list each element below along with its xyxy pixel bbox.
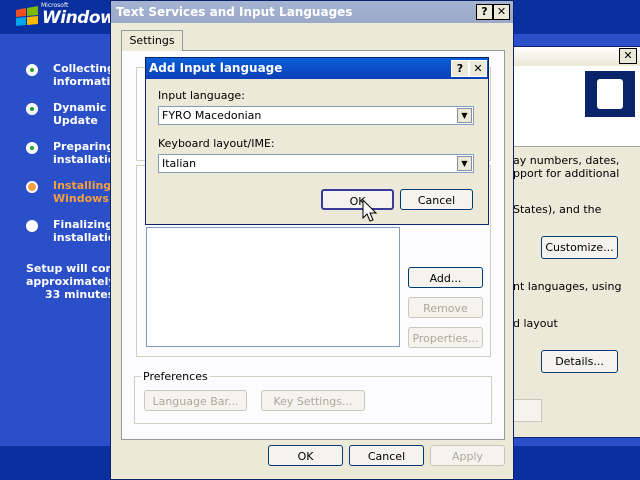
add-input-language-dialog: Add Input language ? ✕ Input language: F… xyxy=(145,57,489,225)
ts-title: Text Services and Input Languages xyxy=(116,5,353,19)
language-bar-button[interactable]: Language Bar... xyxy=(144,390,247,411)
step-pending-icon xyxy=(26,220,38,232)
regional-close-button[interactable]: ✕ xyxy=(619,48,637,64)
add-cancel-button[interactable]: Cancel xyxy=(400,189,473,210)
details-button[interactable]: Details... xyxy=(541,350,618,373)
key-settings-button[interactable]: Key Settings... xyxy=(261,390,365,411)
step-done-icon xyxy=(26,103,38,115)
regional-text: ay numbers, dates, xyxy=(513,154,620,167)
step-done-icon xyxy=(26,142,38,154)
ts-ok-button[interactable]: OK xyxy=(268,445,343,466)
regional-text: pport for additional xyxy=(513,167,620,180)
setup-steps-panel: Collecting information Dynamic Update Pr… xyxy=(0,34,126,480)
keyboard-layout-value: Italian xyxy=(162,157,197,170)
installed-services-list[interactable] xyxy=(146,227,400,347)
properties-button[interactable]: Properties... xyxy=(408,327,483,348)
add-title: Add Input language xyxy=(149,61,283,75)
preferences-label: Preferences xyxy=(141,370,210,383)
input-language-select[interactable]: FYRO Macedonian ▼ xyxy=(158,106,474,125)
customize-button[interactable]: Customize... xyxy=(541,236,618,259)
add-help-button[interactable]: ? xyxy=(451,60,469,77)
windows-logo: Microsoft Windows xyxy=(14,2,125,32)
chevron-down-icon[interactable]: ▼ xyxy=(457,108,472,123)
step-active-icon xyxy=(26,181,38,193)
keyboard-layout-select[interactable]: Italian ▼ xyxy=(158,154,474,173)
windows-flag-icon xyxy=(16,6,38,26)
ts-cancel-button[interactable]: Cancel xyxy=(349,445,424,466)
add-ok-button[interactable]: OK xyxy=(321,189,394,210)
add-close-button[interactable]: ✕ xyxy=(469,60,487,77)
regional-text: d layout xyxy=(513,317,558,330)
remove-button[interactable]: Remove xyxy=(408,297,483,318)
input-language-value: FYRO Macedonian xyxy=(162,109,262,122)
ts-close-button[interactable]: ✕ xyxy=(493,4,510,20)
tab-settings[interactable]: Settings xyxy=(121,30,183,51)
regional-text: States), and the xyxy=(513,203,602,216)
mouse-cursor-icon xyxy=(362,199,378,222)
regional-options-dialog: ✕ ay numbers, dates, pport for additiona… xyxy=(500,46,640,438)
input-language-label: Input language: xyxy=(158,89,245,102)
step-done-icon xyxy=(26,64,38,76)
ts-apply-button[interactable]: Apply xyxy=(430,445,505,466)
chevron-down-icon[interactable]: ▼ xyxy=(457,156,472,171)
keyboard-layout-label: Keyboard layout/IME: xyxy=(158,137,275,150)
ts-help-button[interactable]: ? xyxy=(476,4,493,20)
add-button[interactable]: Add... xyxy=(408,267,483,288)
globe-cd-icon xyxy=(585,71,635,117)
regional-text: nt languages, using xyxy=(513,280,622,293)
